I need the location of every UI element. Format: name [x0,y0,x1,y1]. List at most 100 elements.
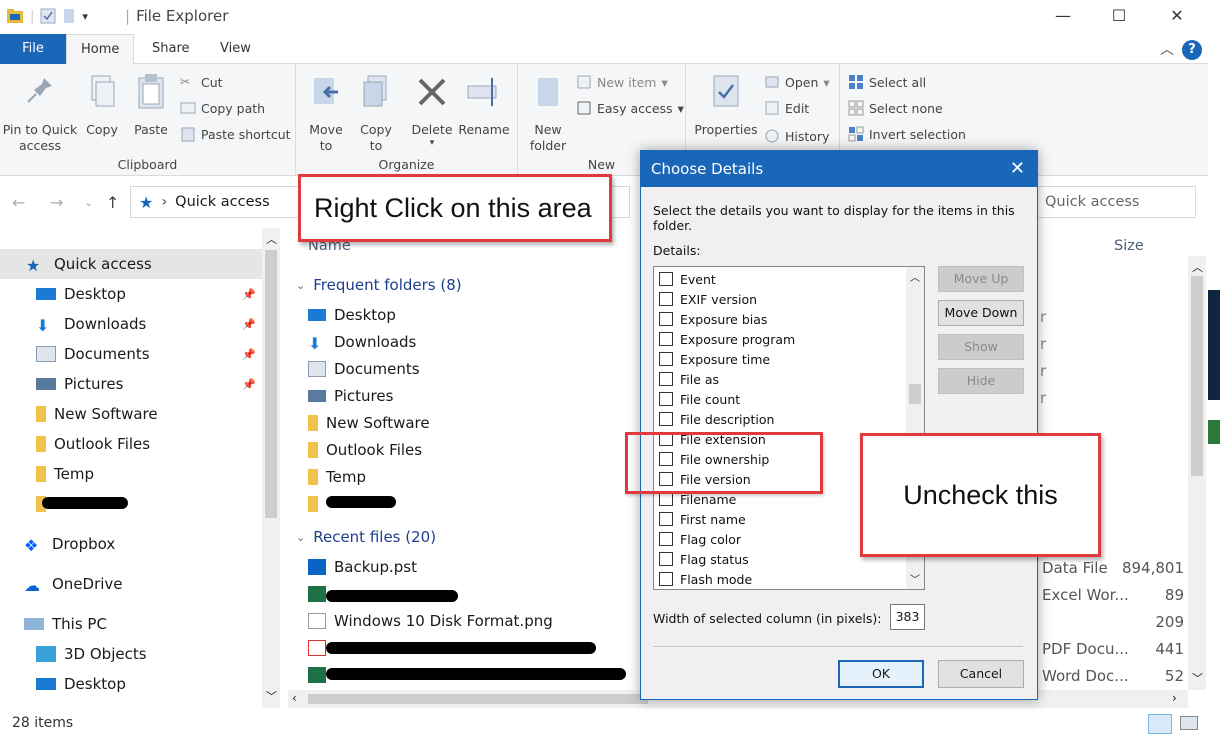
show-button[interactable]: Show [938,334,1024,360]
checkbox[interactable] [659,492,673,506]
scroll-thumb[interactable] [1191,276,1203,476]
checkbox[interactable] [659,572,673,586]
select-none-button[interactable]: Select none [848,98,943,118]
customize-toolbar-icon[interactable]: ▾ [82,10,88,23]
scroll-up-icon[interactable]: ︿ [266,231,277,247]
nav-item-3d-objects[interactable]: 3D Objects [0,639,262,669]
nav-this-pc[interactable]: This PC [0,609,262,639]
cancel-button[interactable]: Cancel [938,660,1024,688]
detail-row[interactable]: EXIF version [659,289,757,309]
checkbox[interactable] [659,372,673,386]
detail-row[interactable]: Flash mode [659,569,752,589]
pin-icon[interactable]: 📌 [242,318,256,331]
detail-row[interactable]: Exposure bias [659,309,767,329]
move-down-button[interactable]: Move Down [938,300,1024,326]
list-item[interactable]: Documents [308,357,420,381]
collapse-ribbon-icon[interactable]: ︿ [1160,39,1174,59]
detail-row[interactable]: Exposure program [659,329,795,349]
checkbox[interactable] [659,332,673,346]
detail-row[interactable]: Flag status [659,549,749,569]
new-folder-button[interactable]: New folder [526,70,570,154]
nav-item-pc-desktop[interactable]: Desktop [0,669,262,699]
list-item[interactable]: Pictures [308,384,393,408]
nav-scrollbar[interactable]: ︿ ﹀ [262,228,280,708]
paste-button[interactable]: Paste [128,70,174,138]
detail-row[interactable]: Exposure time [659,349,770,369]
column-header-size[interactable]: Size [1114,238,1144,254]
large-icons-view-icon[interactable] [1180,716,1198,730]
list-item[interactable] [308,582,326,606]
list-item[interactable]: Temp [308,465,366,489]
checkbox[interactable] [659,412,673,426]
width-input[interactable]: 383 [890,604,925,630]
minimize-icon[interactable]: — [1040,4,1086,30]
pin-icon[interactable]: 📌 [242,288,256,301]
list-item[interactable]: Desktop [308,303,396,327]
nav-dropbox[interactable]: ❖ Dropbox [0,529,262,559]
new-item-button[interactable]: New item ▾ [576,72,668,92]
list-item[interactable]: Backup.pst [308,555,417,579]
copy-button[interactable]: Copy [80,70,124,138]
tab-share[interactable]: Share [138,34,204,64]
group-header-frequent[interactable]: ⌄ Frequent folders (8) [296,276,462,294]
checkbox[interactable] [659,352,673,366]
nav-item-temp[interactable]: Temp [0,459,262,489]
nav-quick-access[interactable]: ★ Quick access [0,249,262,279]
scroll-down-icon[interactable]: ﹀ [1192,670,1203,686]
scroll-thumb[interactable] [909,384,921,404]
pin-icon[interactable]: 📌 [242,378,256,391]
delete-button[interactable]: Delete ▾ [410,70,454,151]
list-item[interactable] [308,492,318,516]
breadcrumb-quick-access[interactable]: Quick access [175,194,269,210]
pin-to-quick-access-button[interactable]: Pin to Quick access [2,70,78,154]
new-folder-icon[interactable] [62,8,76,24]
scroll-left-icon[interactable]: ‹ [292,691,297,705]
properties-check-icon[interactable] [40,8,56,24]
edit-button[interactable]: Edit [764,98,809,118]
select-all-button[interactable]: Select all [848,72,926,92]
nav-onedrive[interactable]: ☁ OneDrive [0,569,262,599]
history-button[interactable]: History [764,126,829,146]
checkbox[interactable] [659,272,673,286]
detail-row[interactable]: File as [659,369,719,389]
recent-locations-icon[interactable]: ⌄ [84,196,93,209]
properties-button[interactable]: Properties [694,70,758,138]
pin-icon[interactable]: 📌 [242,348,256,361]
back-arrow-icon[interactable]: ← [12,193,25,212]
checkbox[interactable] [659,532,673,546]
nav-item-pictures[interactable]: Pictures 📌 [0,369,262,399]
copy-path-button[interactable]: Copy path [180,98,265,118]
tab-file[interactable]: File [0,34,66,64]
up-arrow-icon[interactable]: ↑ [106,193,119,212]
scroll-up-icon[interactable]: ︿ [1192,259,1203,275]
scroll-right-icon[interactable]: › [1172,691,1177,705]
move-to-button[interactable]: Move to [304,70,348,154]
group-header-recent[interactable]: ⌄ Recent files (20) [296,528,436,546]
list-item[interactable] [308,663,326,687]
ok-button[interactable]: OK [838,660,924,688]
list-item[interactable] [308,636,326,660]
list-item[interactable]: New Software [308,411,430,435]
detail-row[interactable]: File description [659,409,774,429]
scroll-down-icon[interactable]: ﹀ [266,688,277,704]
tab-home[interactable]: Home [66,34,135,65]
invert-selection-button[interactable]: Invert selection [848,124,966,144]
rename-button[interactable]: Rename [458,70,510,138]
open-button[interactable]: Open ▾ [764,72,830,92]
list-item[interactable]: Outlook Files [308,438,422,462]
forward-arrow-icon[interactable]: → [50,193,63,212]
help-icon[interactable]: ? [1182,40,1202,60]
cut-button[interactable]: ✂ Cut [180,72,223,92]
checkbox[interactable] [659,312,673,326]
list-item[interactable]: Windows 10 Disk Format.png [308,609,553,633]
close-icon[interactable]: ✕ [1010,151,1025,187]
maximize-icon[interactable]: ☐ [1096,4,1142,30]
detail-row[interactable]: Event [659,269,716,289]
hide-button[interactable]: Hide [938,368,1024,394]
easy-access-button[interactable]: Easy access ▾ [576,98,684,118]
close-icon[interactable]: ✕ [1154,4,1200,30]
nav-item-desktop[interactable]: Desktop 📌 [0,279,262,309]
list-item[interactable]: ⬇ Downloads [308,330,416,354]
search-input[interactable]: Quick access [1030,186,1196,218]
nav-item-redacted[interactable] [0,489,262,519]
